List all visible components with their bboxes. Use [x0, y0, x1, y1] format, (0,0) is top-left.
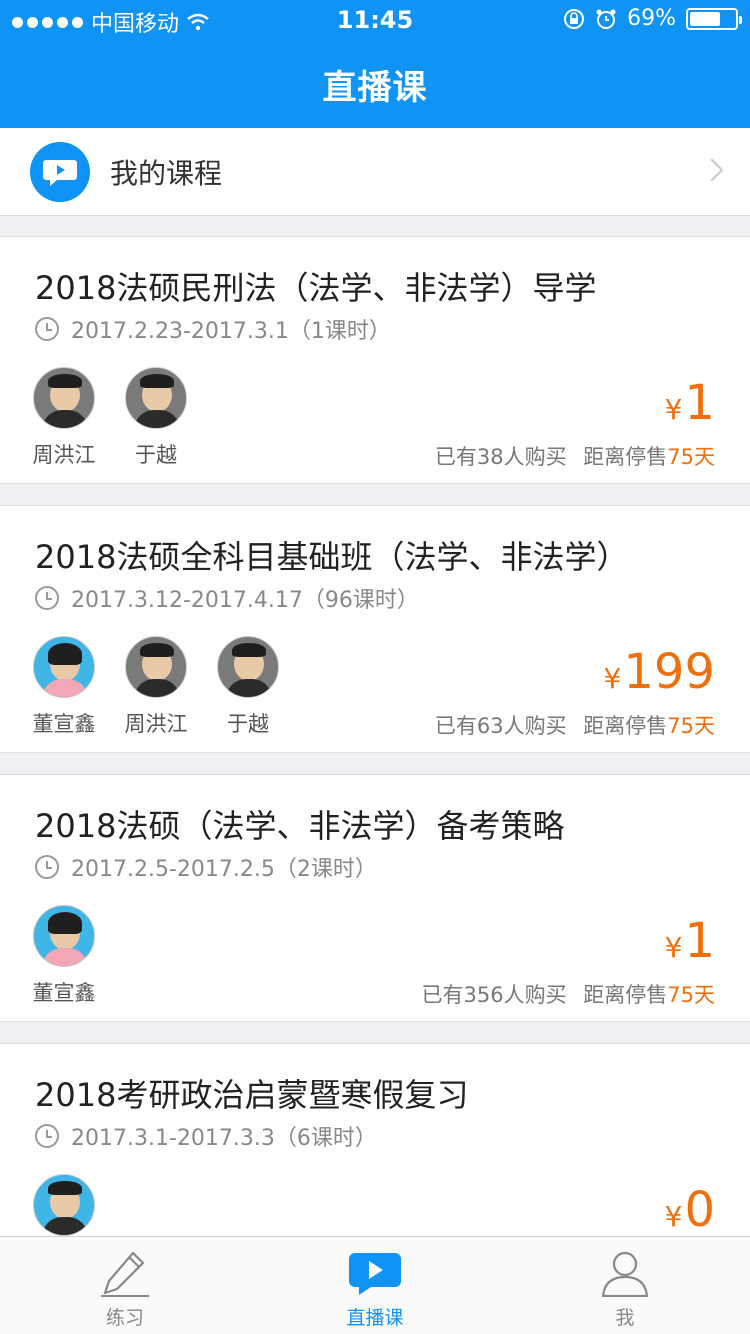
price-value: 0	[684, 1182, 715, 1238]
price-currency: ¥	[664, 931, 683, 964]
avatar	[33, 1174, 95, 1236]
course-meta: 已有356人购买 距离停售75天	[421, 979, 715, 1009]
teacher-name: 董宣鑫	[32, 712, 96, 736]
days-left: 75天	[667, 445, 715, 469]
course-card[interactable]: 2018考研政治启蒙暨寒假复习 2017.3.1-2017.3.3（6课时） ¥…	[0, 1043, 750, 1243]
price-value: 199	[623, 644, 715, 700]
course-price: ¥ 199	[604, 644, 715, 700]
course-meta: 已有63人购买 距离停售75天	[435, 710, 715, 740]
course-card[interactable]: 2018法硕全科目基础班（法学、非法学） 2017.3.12-2017.4.17…	[0, 505, 750, 753]
price-currency: ¥	[664, 393, 683, 426]
battery-icon	[686, 7, 742, 30]
course-meta: 已有38人购买 距离停售75天	[435, 441, 715, 471]
rotation-lock-icon	[564, 8, 585, 29]
tab-label: 我	[615, 1307, 635, 1329]
course-price: ¥ 1	[665, 913, 715, 969]
course-time: 2017.2.23-2017.3.1（1课时）	[35, 313, 391, 345]
days-left: 75天	[667, 714, 715, 738]
price-value: 1	[684, 375, 715, 431]
alarm-icon	[596, 9, 616, 29]
tab-practice[interactable]: 练习	[0, 1237, 250, 1334]
bought-count: 已有38人购买	[434, 445, 567, 469]
days-left: 75天	[667, 983, 715, 1007]
course-title: 2018考研政治启蒙暨寒假复习	[35, 1076, 469, 1114]
teacher[interactable]: 周洪江	[32, 367, 96, 469]
tab-bar: 练习 直播课 我	[0, 1236, 750, 1334]
status-bar: 中国移动 11:45 69%	[0, 0, 750, 40]
course-time-text: 2017.3.1-2017.3.3（6课时）	[71, 1126, 377, 1151]
clock-icon	[35, 855, 59, 879]
teacher[interactable]: 董宣鑫	[32, 905, 96, 1007]
clock-icon	[35, 1124, 59, 1148]
bought-count: 已有356人购买	[421, 983, 567, 1007]
teacher-name: 于越	[227, 712, 269, 736]
course-card[interactable]: 2018法硕民刑法（法学、非法学）导学 2017.2.23-2017.3.1（1…	[0, 236, 750, 484]
bought-count: 已有63人购买	[434, 714, 567, 738]
status-right: 69%	[563, 6, 742, 31]
battery-fill	[690, 11, 720, 26]
teacher[interactable]: 董宣鑫	[32, 636, 96, 738]
teacher-name: 董宣鑫	[32, 981, 96, 1005]
teacher-name: 周洪江	[32, 443, 96, 467]
course-title: 2018法硕民刑法（法学、非法学）导学	[35, 269, 597, 307]
live-play-icon	[349, 1253, 401, 1295]
tab-live[interactable]: 直播课	[250, 1237, 500, 1334]
price-currency: ¥	[603, 662, 622, 695]
course-time: 2017.3.12-2017.4.17（96课时）	[35, 582, 419, 614]
course-price: ¥ 0	[665, 1182, 715, 1238]
avatar	[217, 636, 279, 698]
live-chat-icon	[30, 141, 90, 202]
course-title: 2018法硕（法学、非法学）备考策略	[35, 807, 565, 845]
course-time-text: 2017.2.5-2017.2.5（2课时）	[71, 857, 377, 882]
app-header: 中国移动 11:45 69% 直播课	[0, 0, 750, 128]
avatar	[33, 367, 95, 429]
teacher-list	[32, 1174, 96, 1236]
battery-percent: 69%	[627, 6, 676, 31]
course-time-text: 2017.2.23-2017.3.1（1课时）	[71, 319, 391, 344]
avatar	[125, 636, 187, 698]
tab-label: 直播课	[346, 1307, 404, 1329]
tab-me[interactable]: 我	[500, 1237, 750, 1334]
price-value: 1	[684, 913, 715, 969]
price-currency: ¥	[664, 1200, 683, 1233]
course-title: 2018法硕全科目基础班（法学、非法学）	[35, 538, 629, 576]
course-card[interactable]: 2018法硕（法学、非法学）备考策略 2017.2.5-2017.2.5（2课时…	[0, 774, 750, 1022]
teacher-name: 周洪江	[124, 712, 188, 736]
clock-icon	[35, 586, 59, 610]
avatar	[33, 905, 95, 967]
chevron-right-icon	[700, 158, 724, 182]
stop-sale-label: 距离停售	[583, 983, 668, 1007]
avatar	[33, 636, 95, 698]
teacher[interactable]: 于越	[124, 367, 188, 469]
teacher-name: 于越	[135, 443, 177, 467]
course-price: ¥ 1	[665, 375, 715, 431]
teacher[interactable]	[32, 1174, 96, 1236]
teacher[interactable]: 周洪江	[124, 636, 188, 738]
stop-sale-label: 距离停售	[583, 445, 668, 469]
pencil-icon	[101, 1251, 149, 1297]
teacher-list: 董宣鑫	[32, 905, 96, 1007]
tab-label: 练习	[105, 1307, 144, 1329]
my-course-label: 我的课程	[110, 156, 223, 190]
page-title: 直播课	[322, 68, 428, 108]
avatar	[125, 367, 187, 429]
my-course-row[interactable]: 我的课程	[0, 128, 750, 216]
course-time-text: 2017.3.12-2017.4.17（96课时）	[71, 588, 419, 613]
teacher-list: 周洪江 于越	[32, 367, 188, 469]
course-time: 2017.3.1-2017.3.3（6课时）	[35, 1120, 377, 1152]
teacher[interactable]: 于越	[216, 636, 280, 738]
clock-icon	[35, 317, 59, 341]
profile-icon	[601, 1251, 649, 1297]
stop-sale-label: 距离停售	[583, 714, 668, 738]
course-time: 2017.2.5-2017.2.5（2课时）	[35, 851, 377, 883]
teacher-list: 董宣鑫 周洪江 于越	[32, 636, 280, 738]
